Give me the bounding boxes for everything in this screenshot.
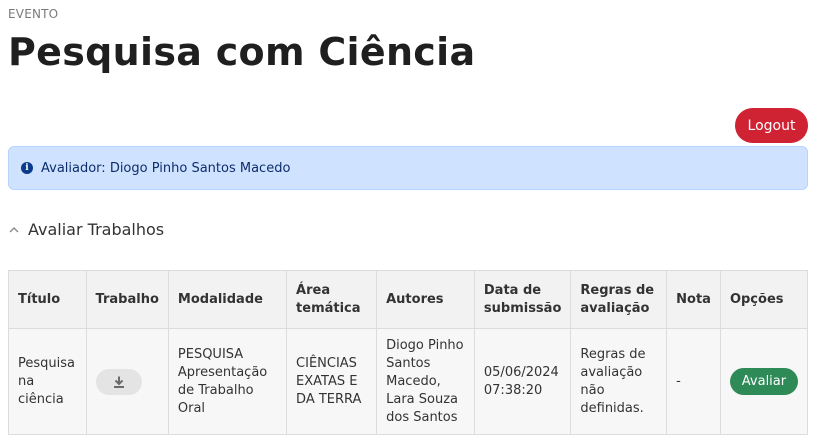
table-row: Pesquisa na ciência PESQUISA Apresentaçã… [8,328,809,435]
col-header-regras-avaliacao: Regras de avaliação [570,270,668,329]
table-header-row: Título Trabalho Modalidade Área temática… [8,270,809,329]
eyebrow-label: EVENTO [8,7,59,21]
col-header-autores: Autores [376,270,475,329]
page-title: Pesquisa com Ciência [8,30,476,74]
col-header-area-tematica: Área temática [286,270,378,329]
download-icon [113,376,124,388]
chevron-up-icon [9,226,19,232]
col-header-modalidade: Modalidade [167,270,288,329]
col-header-opcoes: Opções [719,270,809,329]
cell-regras-avaliacao: Regras de avaliação não definidas. [570,328,668,435]
col-header-titulo: Título [8,270,87,329]
evaluator-alert: i Avaliador: Diogo Pinho Santos Macedo [8,146,808,190]
section-label: Avaliar Trabalhos [28,220,165,239]
cell-area-tematica: CIÊNCIAS EXATAS E DA TERRA [286,328,378,435]
col-header-trabalho: Trabalho [85,270,169,329]
download-button[interactable] [95,368,142,395]
section-toggle-avaliar-trabalhos[interactable]: Avaliar Trabalhos [8,220,164,239]
cell-trabalho [85,328,169,435]
cell-nota: - [666,328,721,435]
cell-modalidade: PESQUISA Apresentação de Trabalho Oral [167,328,288,435]
col-header-data-submissao: Data de submissão [473,270,572,329]
col-header-nota: Nota [666,270,721,329]
cell-data-submissao: 05/06/2024 07:38:20 [473,328,572,435]
cell-opcoes: Avaliar [719,328,809,435]
alert-text: Avaliador: Diogo Pinho Santos Macedo [41,160,291,176]
cell-titulo: Pesquisa na ciência [8,328,87,435]
works-table: Título Trabalho Modalidade Área temática… [8,270,809,435]
logout-button[interactable]: Logout [735,108,808,143]
avaliar-button[interactable]: Avaliar [729,368,798,395]
cell-autores: Diogo Pinho Santos Macedo, Lara Souza do… [376,328,475,435]
info-icon: i [21,162,33,174]
